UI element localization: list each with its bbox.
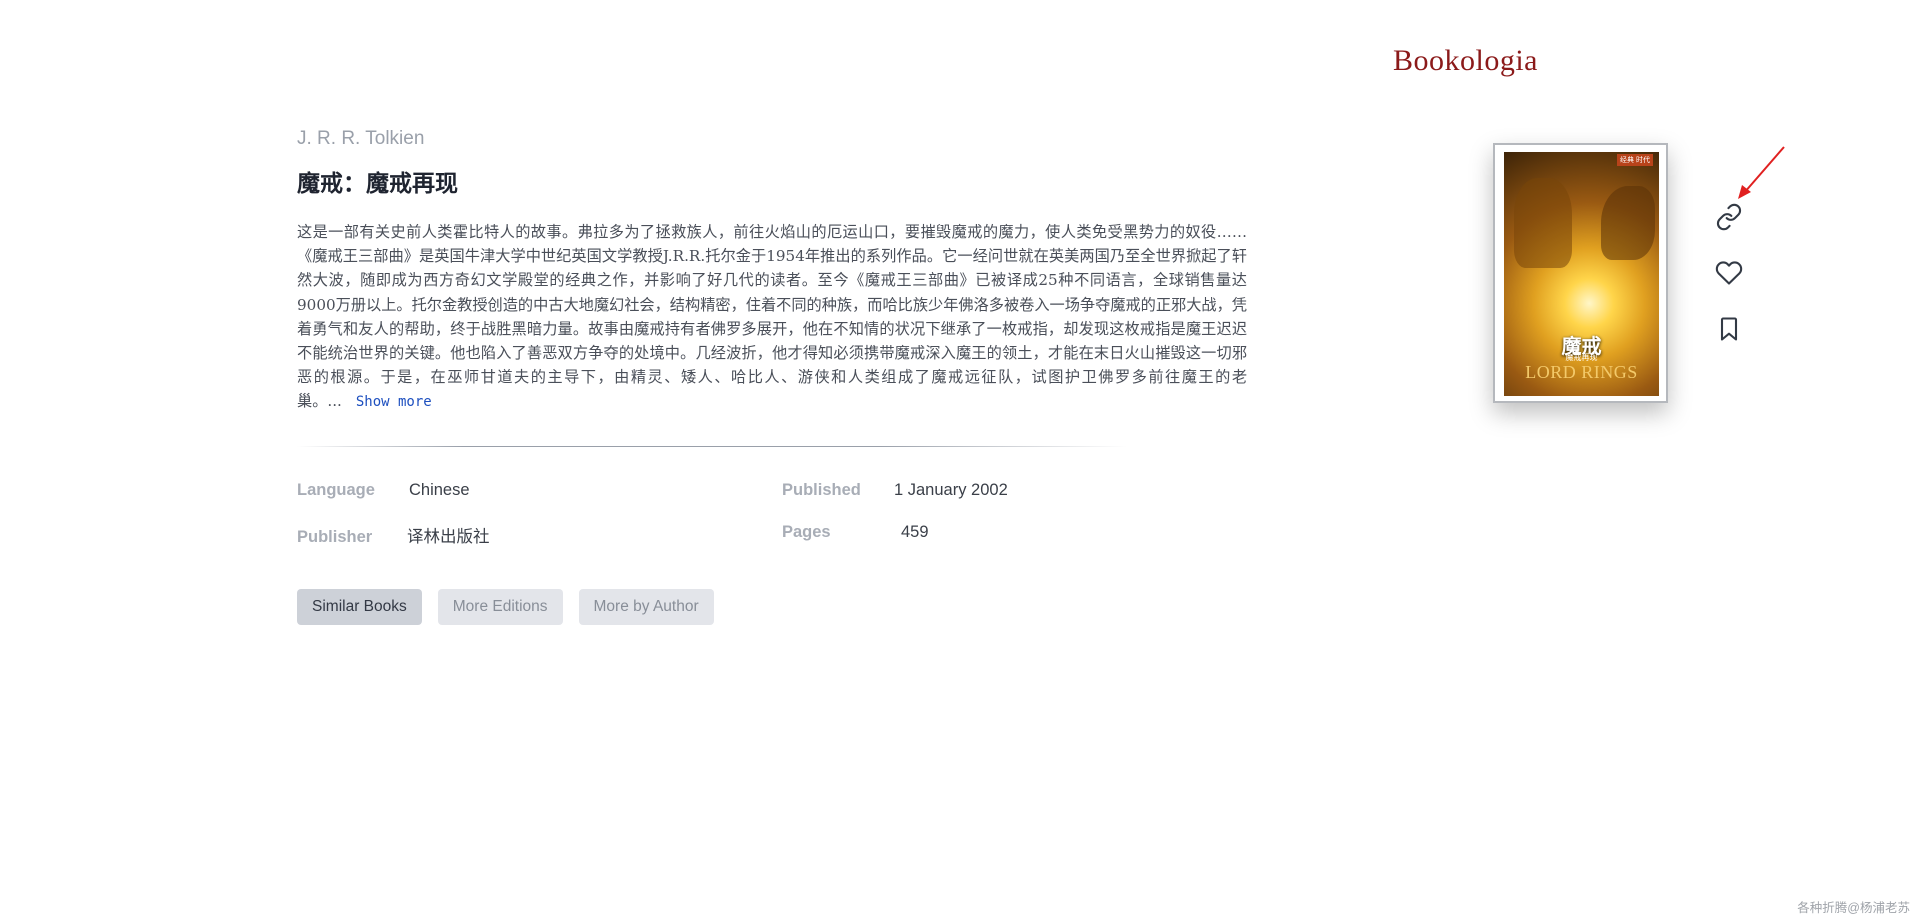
cover-badge: 经典 时代 <box>1617 154 1653 166</box>
cover-dragon <box>1601 186 1655 260</box>
tab-more-editions[interactable]: More Editions <box>437 588 563 625</box>
meta-language-label: Language <box>297 480 375 499</box>
meta-publisher-value: 译林出版社 <box>407 527 490 546</box>
action-bar <box>1712 200 1746 346</box>
annotation-arrow <box>1738 146 1785 199</box>
meta-published-label: Published <box>782 480 861 499</box>
bookmark-button[interactable] <box>1712 312 1746 346</box>
meta-publisher-label: Publisher <box>297 527 373 546</box>
book-author[interactable]: J. R. R. Tolkien <box>297 128 1247 150</box>
page: Bookologia J. R. R. Tolkien 魔戒：魔戒再现 这是一部… <box>0 0 1920 919</box>
meta-published-value: 1 January 2002 <box>894 480 1008 499</box>
meta-pages: Pages 459 <box>782 523 1082 547</box>
meta-pages-label: Pages <box>782 522 831 541</box>
related-tabs: Similar Books More Editions More by Auth… <box>297 588 1247 625</box>
meta-published: Published 1 January 2002 <box>782 481 1082 500</box>
book-cover-image: 经典 时代 魔戒 魔戒再现 LORD RINGS <box>1504 152 1659 396</box>
book-cover[interactable]: 经典 时代 魔戒 魔戒再现 LORD RINGS <box>1493 143 1668 403</box>
favorite-button[interactable] <box>1712 256 1746 290</box>
tab-more-by-author[interactable]: More by Author <box>578 588 714 625</box>
meta-language-value: Chinese <box>409 480 470 499</box>
book-details: J. R. R. Tolkien 魔戒：魔戒再现 这是一部有关史前人类霍比特人的… <box>297 128 1247 625</box>
meta-language: Language Chinese <box>297 481 782 500</box>
book-description-text: 这是一部有关史前人类霍比特人的故事。弗拉多为了拯救族人，前往火焰山的厄运山口，要… <box>297 223 1247 411</box>
cover-en-title: LORD RINGS <box>1525 362 1638 382</box>
bookmark-icon <box>1720 317 1738 341</box>
cover-figure <box>1514 178 1572 268</box>
meta-pages-value: 459 <box>901 522 929 541</box>
book-meta: Language Chinese Published 1 January 200… <box>297 481 1247 547</box>
meta-publisher: Publisher 译林出版社 <box>297 523 782 547</box>
tab-similar-books[interactable]: Similar Books <box>297 588 422 625</box>
watermark: 各种折腾@杨浦老苏 <box>1797 901 1910 915</box>
book-description: 这是一部有关史前人类霍比特人的故事。弗拉多为了拯救族人，前往火焰山的厄运山口，要… <box>297 220 1247 415</box>
link-icon <box>1716 203 1742 231</box>
divider <box>297 445 1127 447</box>
copy-link-button[interactable] <box>1712 200 1746 234</box>
heart-icon <box>1715 261 1743 285</box>
book-title: 魔戒：魔戒再现 <box>297 170 458 196</box>
brand-logo[interactable]: Bookologia <box>1393 44 1538 78</box>
show-more-link[interactable]: Show more <box>356 394 432 410</box>
